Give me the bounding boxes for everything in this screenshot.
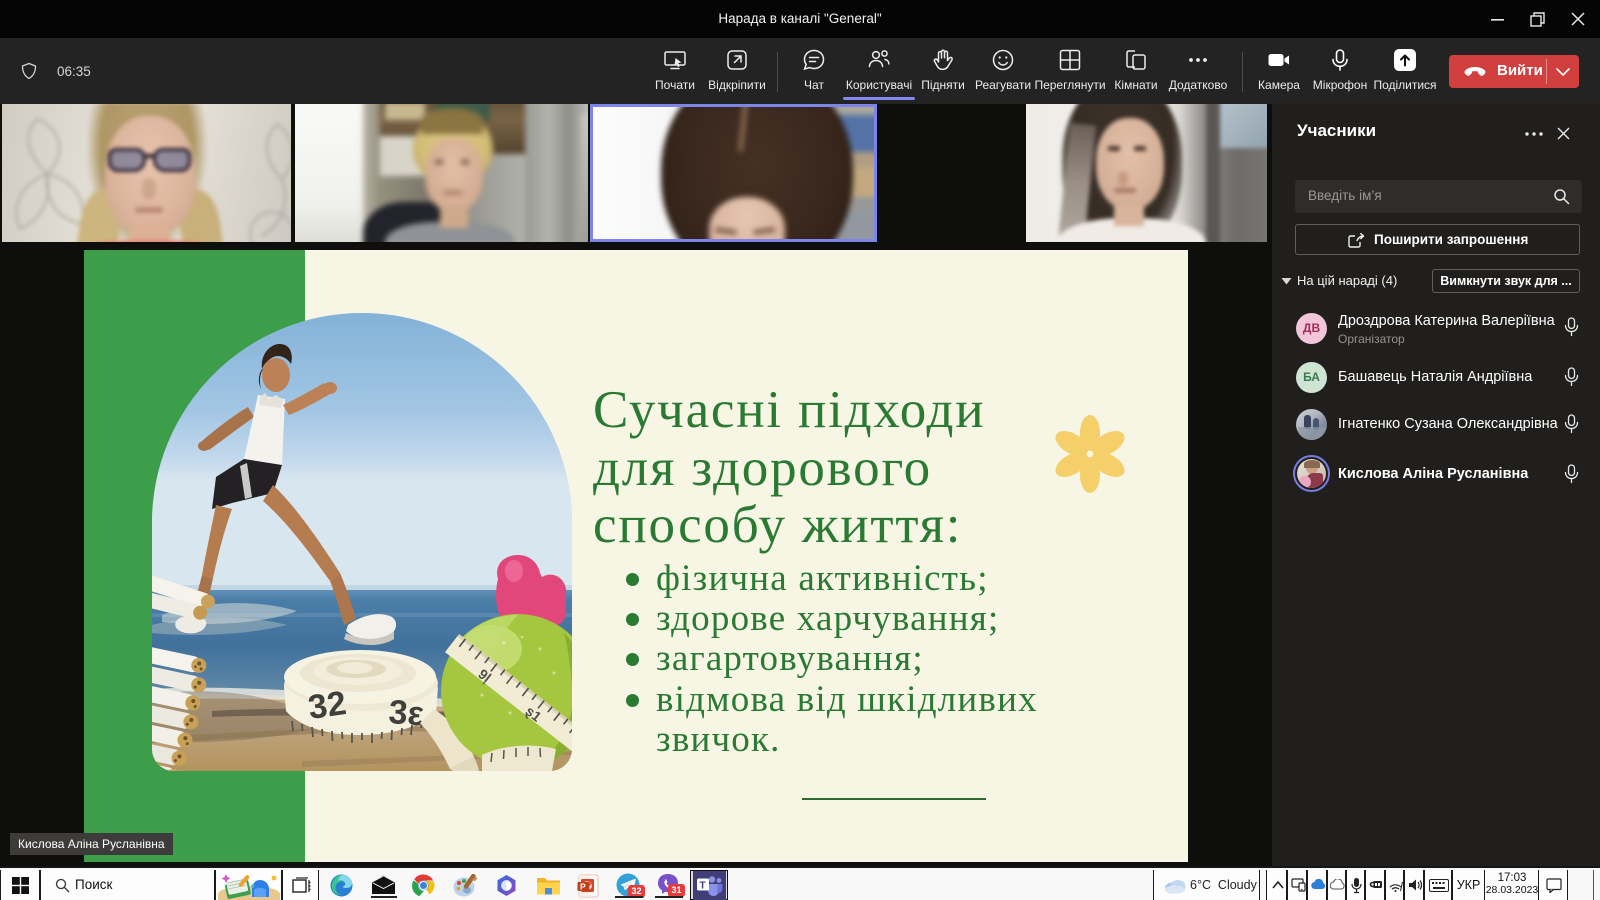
- svg-text:32: 32: [306, 684, 349, 727]
- svg-text:3ε: 3ε: [387, 693, 425, 733]
- svg-text:P: P: [580, 882, 586, 892]
- svg-text:T: T: [700, 881, 706, 892]
